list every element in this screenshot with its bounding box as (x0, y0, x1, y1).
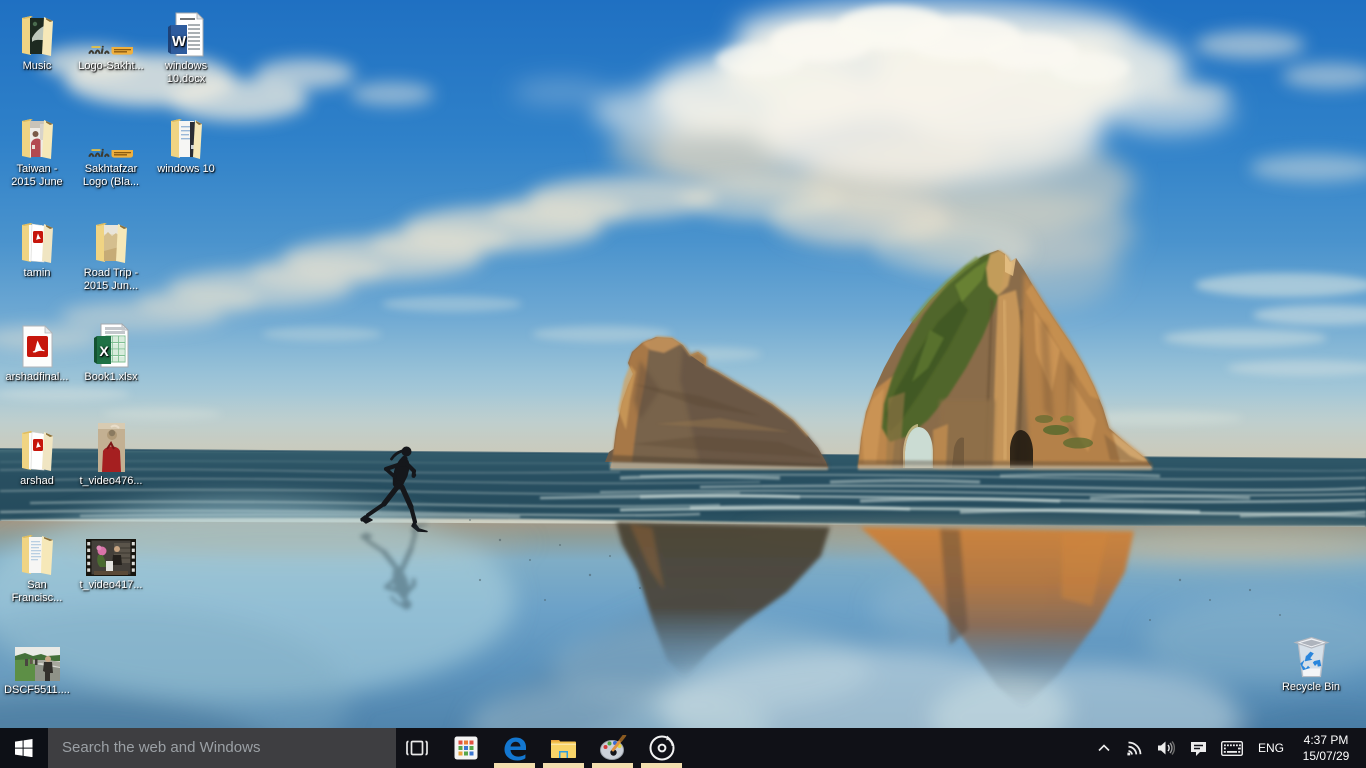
svg-text:W: W (172, 33, 187, 50)
svg-text:X: X (99, 343, 109, 359)
